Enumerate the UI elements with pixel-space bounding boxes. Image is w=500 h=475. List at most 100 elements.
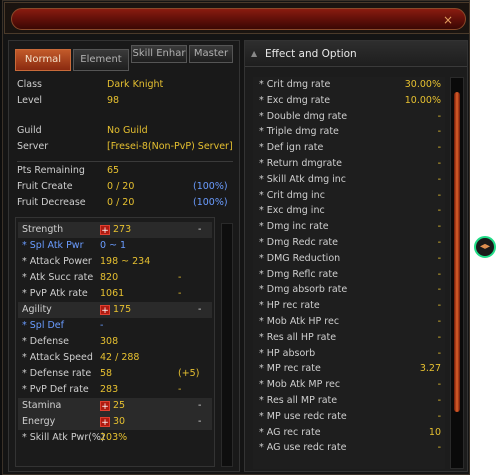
stats-scrollbar[interactable] — [221, 223, 233, 467]
option-value: - — [437, 442, 441, 454]
stamina-value: 25 — [113, 400, 126, 411]
effect-title: Effect and Option — [265, 48, 357, 60]
fruit-create-row: Fruit Create 0 / 20 (100%) — [17, 181, 233, 197]
stat-detail-row: * Spl Atk Pwr 0 ~ 1 — [18, 238, 212, 254]
option-row: * MP rec rate 3.27 — [253, 361, 445, 377]
option-row: * Crit dmg rate 30.00% — [253, 77, 445, 93]
stat-detail-value: 820 — [100, 272, 119, 283]
stat-detail-label: * PvP Def rate — [22, 384, 89, 395]
agility-details: * Spl Def - * Defense 308 * Attack Speed 42 /… — [18, 318, 212, 398]
option-row: * MP use redc rate - — [253, 409, 445, 425]
option-row: * Dmg inc rate - — [253, 219, 445, 235]
option-value: - — [437, 268, 441, 280]
option-label: * Return dmgrate — [259, 157, 342, 169]
option-value: - — [437, 300, 441, 312]
stat-detail-extra: (+5) — [178, 368, 200, 379]
info-label: Level — [17, 95, 43, 106]
tab-element[interactable]: Element — [73, 49, 129, 71]
fruit-create-pct: (100%) — [193, 181, 228, 192]
pts-remaining-row: Pts Remaining 65 — [17, 165, 233, 181]
agility-label: Agility — [22, 304, 52, 315]
option-label: * Crit dmg inc — [259, 189, 325, 201]
pts-value: 65 — [107, 165, 120, 176]
option-value: - — [437, 315, 441, 327]
option-label: * Dmg Reflc rate — [259, 268, 338, 280]
stat-detail-value: 58 — [100, 368, 113, 379]
stat-detail-value: 42 / 288 — [100, 352, 140, 363]
option-value: 10 — [428, 426, 441, 438]
class-row: Class Dark Knight — [17, 77, 233, 93]
option-label: * Dmg inc rate — [259, 221, 329, 233]
option-label: * AG rec rate — [259, 426, 321, 438]
strength-row: Strength +273 - — [18, 222, 212, 238]
option-label: * Mob Atk MP rec — [259, 379, 341, 391]
option-label: * MP use redc rate — [259, 410, 347, 422]
strength-value: 273 — [113, 224, 132, 235]
agility-dash: - — [198, 304, 202, 315]
stat-detail-value: 198 ~ 234 — [100, 256, 151, 267]
option-value: - — [437, 252, 441, 264]
option-value: - — [437, 221, 441, 233]
stat-detail-label: * Defense — [22, 336, 69, 347]
energy-label: Energy — [22, 416, 56, 427]
pts-label: Pts Remaining — [17, 165, 85, 176]
strength-details: * Spl Atk Pwr 0 ~ 1 * Attack Power 198 ~ 23… — [18, 238, 212, 302]
option-row: * Return dmgrate - — [253, 156, 445, 172]
stamina-plus-button[interactable]: + — [100, 400, 110, 412]
effect-option-panel: ▲ Effect and Option * Crit dmg rate 30.00… — [244, 40, 468, 472]
option-row: * Double dmg rate - — [253, 109, 445, 125]
character-info-panel: Normal Element Skill Enhar Master Class D… — [8, 40, 240, 472]
agility-row: Agility +175 - — [18, 302, 212, 318]
agility-value: 175 — [113, 304, 132, 315]
option-label: * AG use redc rate — [259, 442, 347, 454]
effect-header: ▲ Effect and Option — [245, 41, 467, 67]
option-row: * Exc dmg inc - — [253, 203, 445, 219]
title-bar[interactable]: × — [4, 2, 470, 34]
title-bar-ornament: × — [11, 8, 466, 30]
info-label: Class — [17, 79, 42, 90]
stat-detail-row: * Spl Def - — [18, 318, 212, 334]
option-row: * Mob Atk HP rec - — [253, 314, 445, 330]
resize-handle-icon[interactable]: ◂▸ — [474, 236, 496, 258]
option-row: * Res all HP rate - — [253, 330, 445, 346]
stat-detail-row: * PvP Atk rate 1061 - — [18, 286, 212, 302]
option-row: * HP rec rate - — [253, 298, 445, 314]
energy-value: 30 — [113, 416, 126, 427]
header-bullet-icon: ▲ — [251, 49, 258, 58]
option-label: * Dmg absorb rate — [259, 284, 348, 296]
option-row: * Mob Atk MP rec - — [253, 377, 445, 393]
fruit-decrease-pct: (100%) — [193, 197, 228, 208]
fruit-decrease-label: Fruit Decrease — [17, 197, 86, 208]
scrollbar-thumb[interactable] — [454, 92, 460, 412]
stat-detail-label: * Spl Def — [22, 320, 64, 331]
agility-plus-button[interactable]: + — [100, 304, 110, 316]
energy-plus-button[interactable]: + — [100, 416, 110, 428]
option-value: - — [437, 331, 441, 343]
stat-detail-label: * Attack Power — [22, 256, 92, 267]
stamina-row: Stamina +25 - — [18, 398, 212, 414]
close-icon[interactable]: × — [441, 13, 455, 27]
tab-skill-enhance[interactable]: Skill Enhar — [131, 45, 187, 63]
stamina-label: Stamina — [22, 400, 62, 411]
option-row: * Triple dmg rate - — [253, 124, 445, 140]
fruit-decrease-row: Fruit Decrease 0 / 20 (100%) — [17, 197, 233, 213]
option-value: - — [437, 394, 441, 406]
stat-detail-extra: - — [178, 272, 182, 283]
option-label: * Double dmg rate — [259, 110, 348, 122]
option-row: * Exc dmg rate 10.00% — [253, 93, 445, 109]
options-scrollbar[interactable] — [450, 77, 464, 469]
stat-detail-label: * Spl Atk Pwr — [22, 240, 84, 251]
option-label: * Skill Atk dmg inc — [259, 173, 347, 185]
tab-normal[interactable]: Normal — [15, 49, 71, 71]
option-row: * HP absorb - — [253, 346, 445, 362]
tab-master[interactable]: Master — [189, 45, 233, 63]
stat-detail-value: 308 — [100, 336, 119, 347]
stat-detail-row: * Defense rate 58 (+5) — [18, 366, 212, 382]
stat-detail-extra: - — [178, 384, 182, 395]
strength-plus-button[interactable]: + — [100, 224, 110, 236]
option-label: * Exc dmg rate — [259, 94, 331, 106]
option-label: * Res all MP rate — [259, 394, 338, 406]
fruit-decrease-value: 0 / 20 — [107, 197, 135, 208]
option-label: * Res all HP rate — [259, 331, 337, 343]
stat-detail-row: * Attack Speed 42 / 288 — [18, 350, 212, 366]
